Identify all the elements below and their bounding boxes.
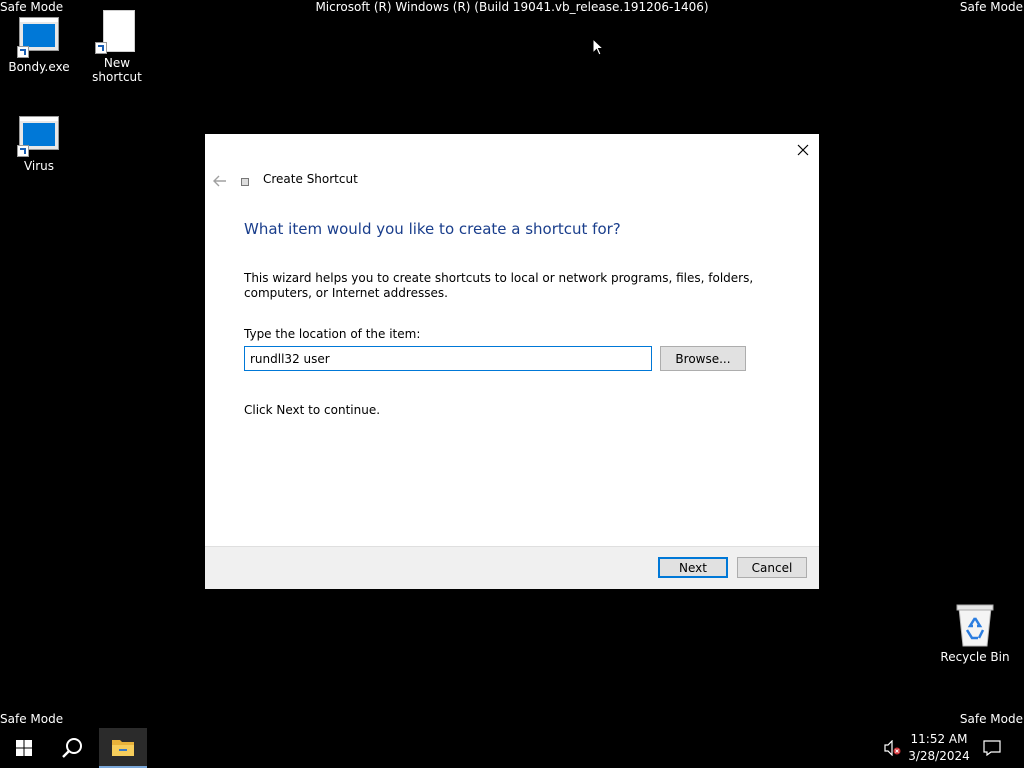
cancel-button[interactable]: Cancel	[737, 557, 807, 578]
file-explorer-icon	[112, 740, 134, 756]
continue-instruction: Click Next to continue.	[244, 403, 381, 417]
wizard-description: This wizard helps you to create shortcut…	[244, 271, 754, 300]
shortcut-arrow-icon	[17, 145, 29, 157]
exe-app-icon	[17, 113, 61, 157]
taskbar: 11:52 AM 3/28/2024	[0, 728, 1024, 768]
desktop-icon-label: Virus	[23, 159, 55, 173]
clock-date: 3/28/2024	[908, 749, 970, 763]
shortcut-arrow-icon	[95, 42, 107, 54]
desktop-icon-label: New shortcut	[92, 56, 142, 84]
create-shortcut-dialog: Create Shortcut What item would you like…	[205, 134, 819, 589]
desktop-icon-bondy[interactable]: Bondy.exe	[0, 14, 78, 74]
browse-button[interactable]: Browse...	[660, 346, 746, 371]
safe-mode-label-bottom-right: Safe Mode	[959, 712, 1023, 726]
location-input[interactable]	[244, 346, 652, 371]
desktop-icon-recycle-bin[interactable]: Recycle Bin	[936, 602, 1014, 664]
back-arrow-icon[interactable]	[213, 172, 227, 191]
wizard-title: Create Shortcut	[263, 172, 358, 186]
desktop-icon-new-shortcut[interactable]: New shortcut	[78, 10, 156, 84]
blank-file-icon	[95, 10, 139, 54]
location-label: Type the location of the item:	[244, 327, 421, 341]
desktop-icon-virus[interactable]: Virus	[0, 113, 78, 173]
system-clock[interactable]: 11:52 AM 3/28/2024	[906, 731, 972, 765]
start-button[interactable]	[0, 728, 48, 768]
dialog-footer: Next Cancel	[205, 546, 819, 589]
recycle-bin-icon	[953, 602, 997, 648]
wizard-heading: What item would you like to create a sho…	[244, 220, 621, 238]
safe-mode-label-bottom-left: Safe Mode	[0, 712, 64, 726]
close-icon	[797, 144, 809, 156]
next-button[interactable]: Next	[658, 557, 728, 578]
volume-muted-icon[interactable]	[884, 739, 902, 760]
clock-time: 11:52 AM	[910, 732, 968, 746]
windows-start-icon	[16, 740, 32, 756]
file-explorer-button[interactable]	[99, 728, 147, 768]
notifications-icon	[983, 740, 1001, 756]
close-button[interactable]	[793, 140, 813, 160]
desktop-icon-label: Recycle Bin	[940, 650, 1010, 664]
mouse-cursor-icon	[592, 37, 605, 60]
shortcut-wizard-icon	[241, 178, 249, 186]
exe-app-icon	[17, 14, 61, 58]
notifications-button[interactable]	[978, 728, 1006, 768]
desktop-icon-label: Bondy.exe	[8, 60, 70, 74]
shortcut-arrow-icon	[17, 46, 29, 58]
search-icon	[62, 738, 82, 758]
search-button[interactable]	[48, 728, 96, 768]
